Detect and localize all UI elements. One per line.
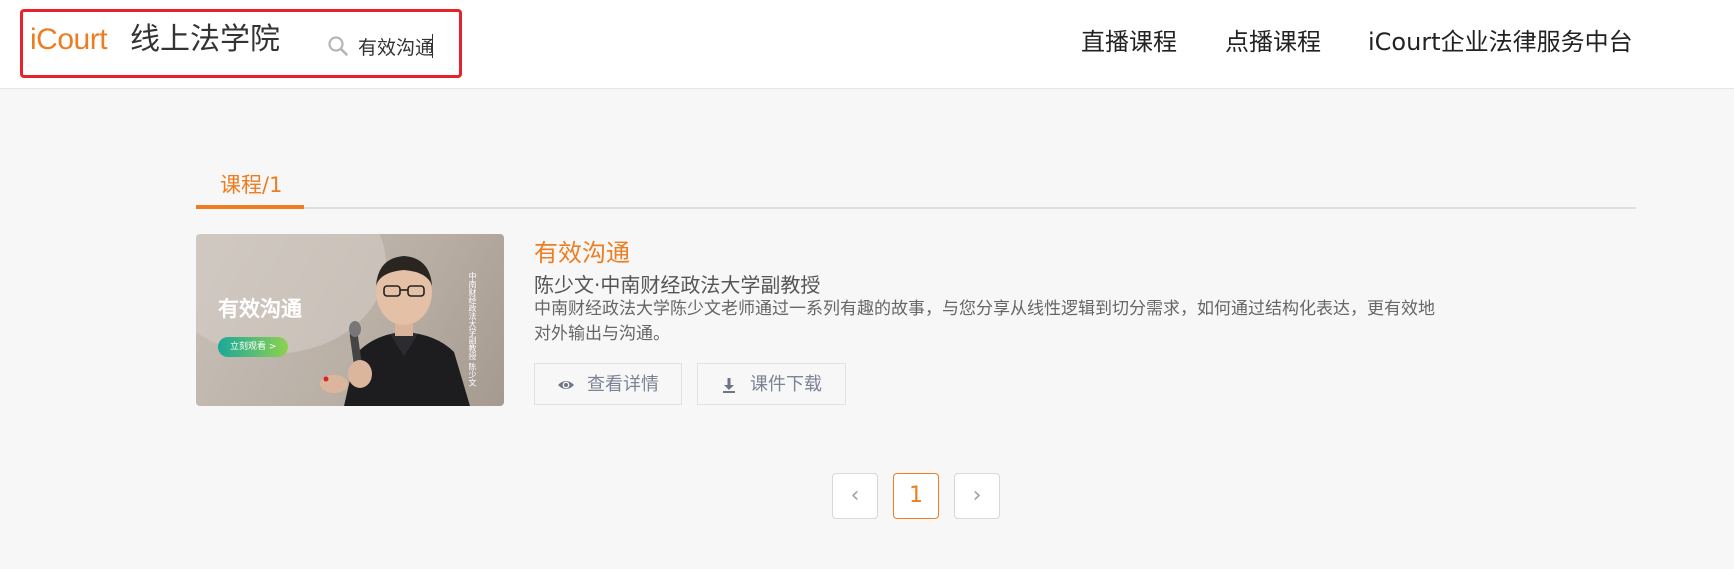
tab-courses[interactable]: 课程/1 [220,170,282,200]
nav-live-courses[interactable]: 直播课程 [1081,24,1177,60]
thumbnail-watch-button: 立刻观看 > [218,337,288,357]
thumbnail-side-text: 中南财经政法大学副教授 陈少文 [468,272,477,387]
tab-divider [196,207,1636,209]
course-description: 中南财经政法大学陈少文老师通过一系列有趣的故事，与您分享从线性逻辑到切分需求，如… [534,299,1435,344]
text-caret [432,34,433,58]
download-courseware-button[interactable]: 课件下载 [697,363,846,405]
view-details-button[interactable]: 查看详情 [534,363,682,405]
course-teacher: 陈少文·中南财经政法大学副教授 [534,273,821,297]
tab-active-indicator [196,205,304,209]
chevron-right-icon: › [972,483,982,508]
search-icon[interactable] [327,35,349,57]
download-courseware-label: 课件下载 [750,374,822,395]
view-details-label: 查看详情 [587,374,659,395]
nav-enterprise-legal-service[interactable]: iCourt企业法律服务中台 [1368,24,1633,60]
chevron-left-icon: ‹ [850,483,860,508]
search-input[interactable] [358,29,454,63]
logo[interactable]: iCourt [30,20,108,60]
course-thumbnail[interactable]: 有效沟通 立刻观看 > 中南财经政法大学副教授 陈少文 [196,234,504,406]
pagination-next-button[interactable]: › [954,473,1000,519]
pagination-page-current[interactable]: 1 [893,473,939,519]
course-title[interactable]: 有效沟通 [534,236,630,270]
thumbnail-title: 有效沟通 [218,297,302,321]
download-icon [723,378,735,393]
site-title[interactable]: 线上法学院 [130,20,280,60]
pagination-prev-button[interactable]: ‹ [832,473,878,519]
top-header: iCourt 线上法学院 直播课程 点播课程 iCourt企业法律服务中台 [0,0,1734,89]
nav-vod-courses[interactable]: 点播课程 [1225,24,1321,60]
eye-icon [558,381,574,389]
